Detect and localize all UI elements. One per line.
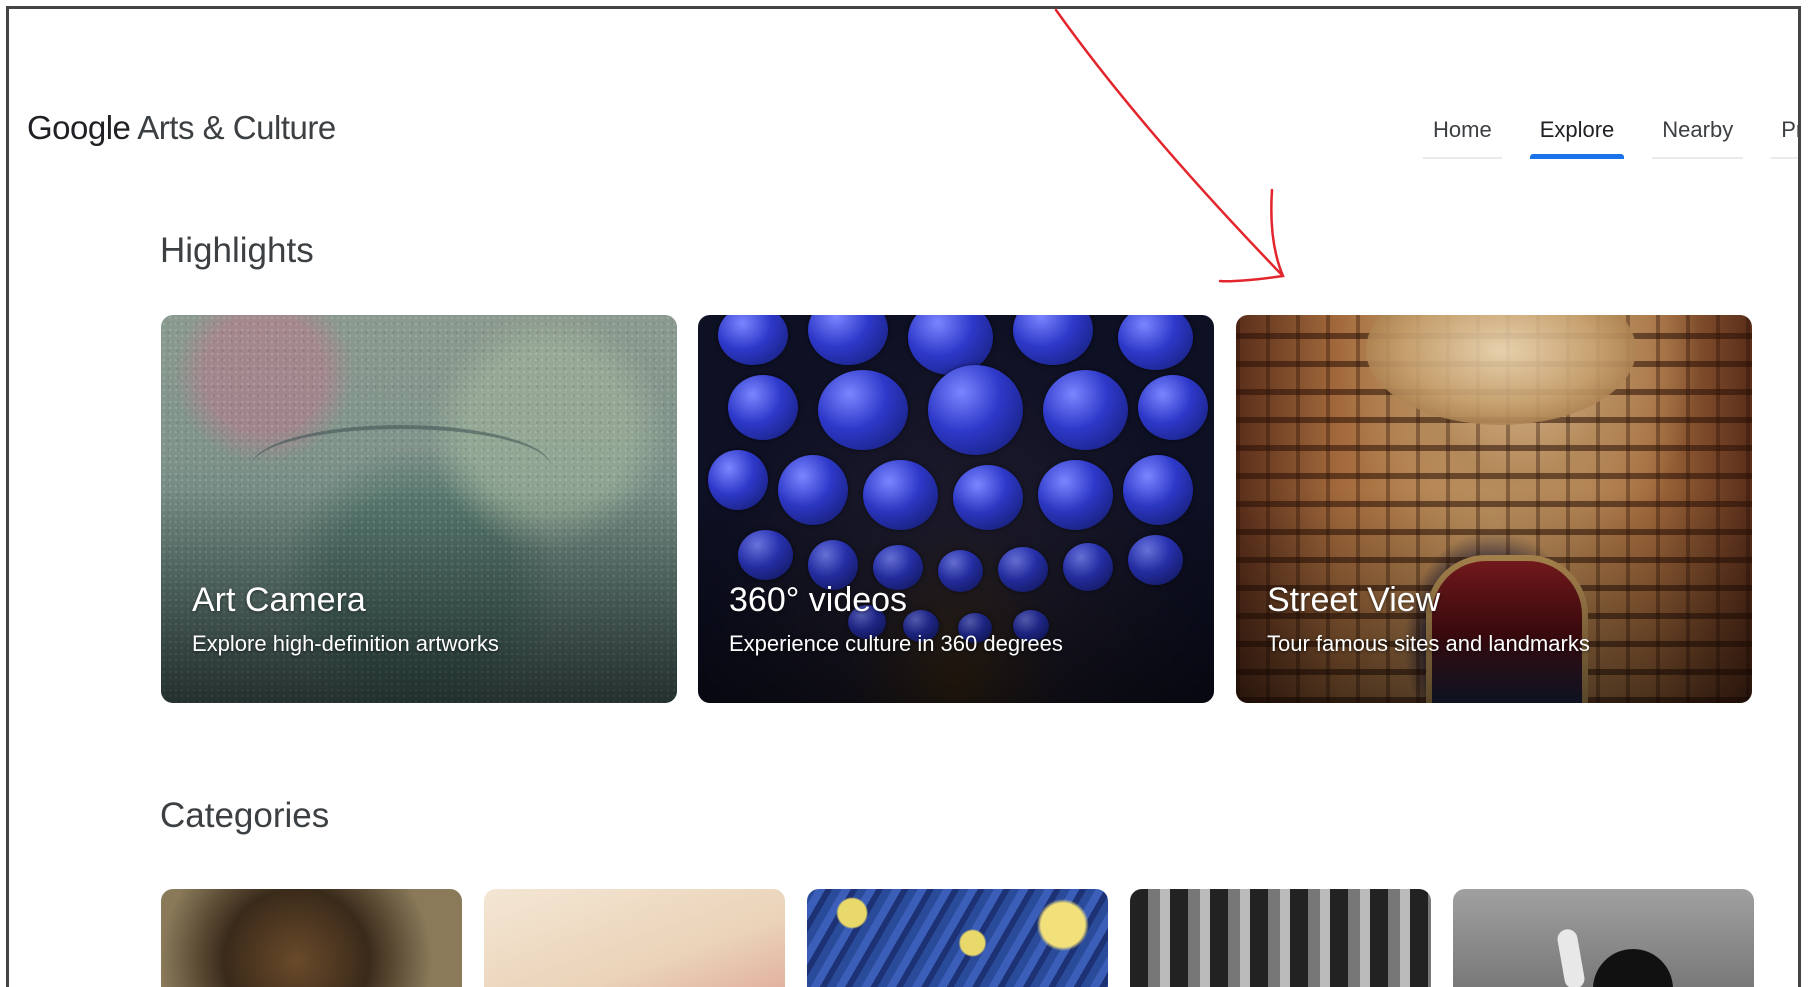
card-title: Street View xyxy=(1267,581,1441,619)
nav-profile[interactable]: Profile xyxy=(1771,109,1798,159)
browser-frame: Google Arts & Culture Home Explore Nearb… xyxy=(6,6,1801,987)
card-title: 360° videos xyxy=(729,581,908,619)
category-tile-5[interactable] xyxy=(1453,889,1754,987)
site-logo[interactable]: Google Arts & Culture xyxy=(27,109,336,147)
card-title: Art Camera xyxy=(192,581,366,619)
highlight-card-street-view[interactable]: Street View Tour famous sites and landma… xyxy=(1236,315,1752,703)
category-tile-4[interactable] xyxy=(1130,889,1431,987)
highlight-card-art-camera[interactable]: Art Camera Explore high-definition artwo… xyxy=(161,315,677,703)
main-nav: Home Explore Nearby Profile xyxy=(1423,109,1798,159)
nav-nearby[interactable]: Nearby xyxy=(1652,109,1744,159)
nav-explore[interactable]: Explore xyxy=(1529,109,1625,159)
category-tile-1[interactable] xyxy=(161,889,462,987)
category-tile-2[interactable] xyxy=(484,889,785,987)
highlight-card-360-videos[interactable]: 360° videos Experience culture in 360 de… xyxy=(698,315,1214,703)
card-subtitle: Experience culture in 360 degrees xyxy=(729,631,1063,656)
nav-home[interactable]: Home xyxy=(1423,109,1502,159)
logo-arts-culture-text: Arts & Culture xyxy=(137,109,336,146)
category-tile-3[interactable] xyxy=(807,889,1108,987)
categories-heading: Categories xyxy=(160,796,330,835)
logo-google-text: Google xyxy=(27,109,131,146)
card-subtitle: Explore high-definition artworks xyxy=(192,631,499,656)
highlights-heading: Highlights xyxy=(160,231,314,270)
card-subtitle: Tour famous sites and landmarks xyxy=(1267,631,1590,656)
